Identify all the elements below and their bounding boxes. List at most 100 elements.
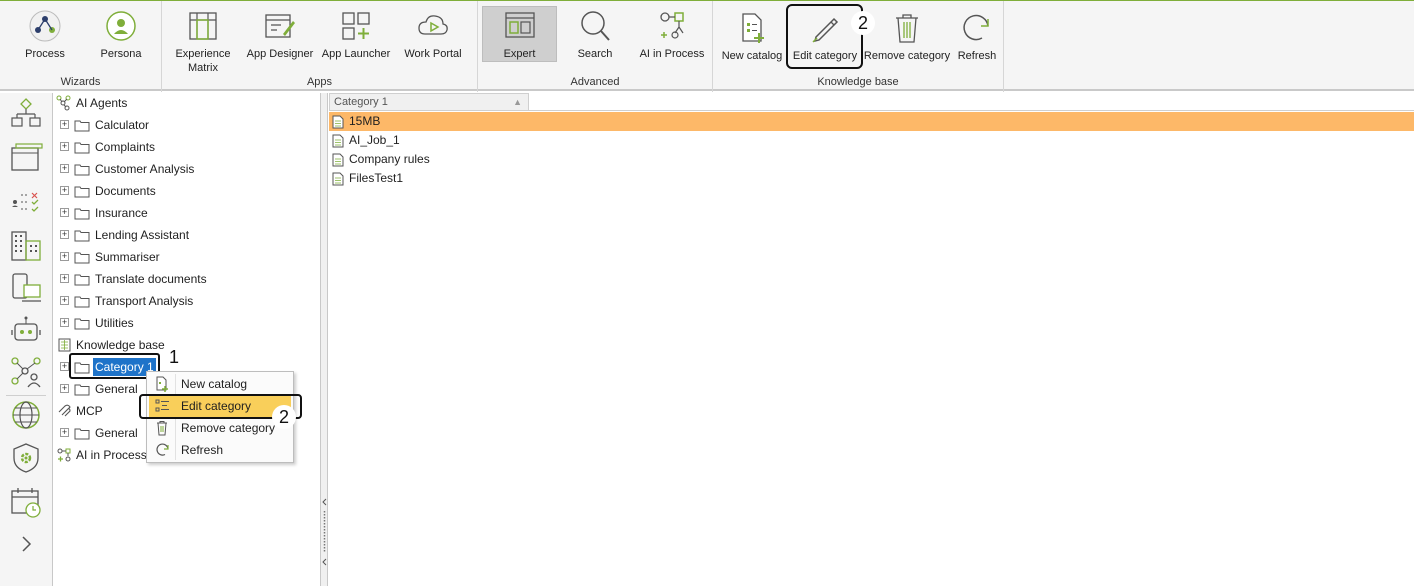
globe-icon[interactable]: [9, 398, 43, 432]
expert-icon: [504, 12, 535, 38]
column-header-category[interactable]: Category 1 ▲: [329, 93, 529, 111]
expand-icon[interactable]: +: [60, 186, 69, 195]
persona-icon: [106, 11, 136, 41]
search-label: Search: [577, 48, 613, 60]
context-menu-refresh[interactable]: Refresh: [149, 439, 291, 461]
list-item[interactable]: AI_Job_1: [329, 131, 1414, 150]
mcp-icon: [58, 404, 71, 417]
app-launcher-icon: [342, 12, 370, 40]
wizards-group-label: Wizards: [60, 76, 101, 88]
bot-icon[interactable]: [9, 313, 43, 347]
folder-icon: [74, 142, 90, 154]
tree-node-label: MCP: [76, 404, 103, 418]
refresh-icon: [963, 14, 989, 41]
app-launcher-button[interactable]: App Launcher: [320, 5, 392, 61]
ribbon-callout-number: 2: [851, 11, 875, 35]
expand-icon[interactable]: +: [60, 164, 69, 173]
search-button[interactable]: Search: [564, 5, 626, 61]
context-menu-remove-category[interactable]: Remove category: [149, 417, 291, 439]
persona-button[interactable]: Persona: [90, 5, 152, 61]
tree-node-label: Insurance: [95, 206, 148, 220]
tree-node-label: Documents: [95, 184, 156, 198]
remove-category-button[interactable]: Remove category: [863, 7, 951, 63]
expand-icon[interactable]: +: [60, 296, 69, 305]
app-designer-icon: [265, 14, 295, 38]
experience-matrix-label: Experience Matrix: [175, 48, 231, 74]
search-icon: [581, 11, 610, 41]
panel-splitter[interactable]: [321, 93, 328, 586]
network-person-icon[interactable]: [9, 355, 43, 389]
app-designer-button[interactable]: App Designer: [244, 5, 316, 61]
trash-icon: [896, 14, 918, 43]
shield-gear-icon[interactable]: [9, 441, 43, 475]
apps-group-label: Apps: [306, 76, 333, 88]
work-portal-label: Work Portal: [404, 48, 462, 60]
context-menu-label: Remove category: [181, 421, 276, 435]
expand-icon[interactable]: +: [60, 208, 69, 217]
expand-icon[interactable]: +: [60, 428, 69, 437]
expand-icon[interactable]: +: [60, 274, 69, 283]
tree-panel: AI Agents + Calculator + Complaints + Cu…: [54, 93, 321, 586]
folder-icon: [74, 252, 90, 264]
folder-icon: [74, 318, 90, 330]
context-menu-new-catalog[interactable]: New catalog: [149, 373, 291, 395]
expand-icon[interactable]: +: [60, 318, 69, 327]
process-button[interactable]: Process: [14, 5, 76, 61]
list-item-label: Company rules: [349, 152, 430, 166]
tree-node-label: Translate documents: [95, 272, 207, 286]
column-header-empty: [529, 93, 1414, 111]
expand-icon[interactable]: +: [60, 120, 69, 129]
tree-callout-number-1: 1: [168, 347, 179, 367]
rules-icon[interactable]: [9, 185, 43, 219]
expand-icon[interactable]: +: [60, 252, 69, 261]
refresh-label: Refresh: [957, 50, 997, 62]
chevron-right-icon[interactable]: [9, 527, 43, 561]
content-list-panel: Category 1 ▲ 15MB AI_Job_1 Company rules…: [329, 93, 1414, 586]
expert-button[interactable]: Expert: [482, 6, 557, 62]
list-item-label: FilesTest1: [349, 171, 404, 185]
list-item[interactable]: 15MB: [329, 112, 1414, 131]
folder-icon: [74, 164, 90, 176]
calendar-clock-icon[interactable]: [9, 485, 43, 519]
expert-label: Expert: [503, 48, 536, 60]
tree-node-label: General: [95, 426, 138, 440]
folder-icon: [74, 230, 90, 242]
ai-in-process-button[interactable]: AI in Process: [636, 5, 708, 61]
new-catalog-icon: [742, 13, 764, 43]
expand-icon[interactable]: +: [60, 362, 69, 371]
new-catalog-label: New catalog: [721, 50, 783, 62]
devices-icon[interactable]: [9, 271, 43, 305]
folder-icon: [74, 274, 90, 286]
tree-node-label: Customer Analysis: [95, 162, 195, 176]
document-icon: [332, 134, 344, 148]
expand-icon[interactable]: +: [60, 230, 69, 239]
expand-icon[interactable]: +: [60, 384, 69, 393]
experience-matrix-button[interactable]: Experience Matrix: [168, 5, 238, 75]
buildings-icon[interactable]: [9, 229, 43, 263]
folder-icon: [74, 208, 90, 220]
process-icon: [29, 10, 61, 42]
app-designer-label: App Designer: [246, 48, 314, 60]
ai-in-process-label: AI in Process: [639, 48, 705, 60]
list-item[interactable]: Company rules: [329, 150, 1414, 169]
process-label: Process: [25, 48, 65, 60]
ai-agents-icon: [56, 95, 71, 111]
expand-icon[interactable]: +: [60, 142, 69, 151]
list-item-label: 15MB: [349, 114, 381, 128]
tree-node-label: Utilities: [95, 316, 134, 330]
new-catalog-button[interactable]: New catalog: [717, 7, 787, 63]
refresh-button[interactable]: Refresh: [953, 7, 1001, 63]
diagram-icon[interactable]: [9, 97, 43, 131]
sort-up-icon: ▲: [513, 97, 522, 107]
context-menu-label: Refresh: [181, 443, 224, 457]
list-item[interactable]: FilesTest1: [329, 169, 1414, 188]
knowledge-base-icon: [58, 338, 71, 352]
remove-category-label: Remove category: [863, 50, 951, 62]
window-icon[interactable]: [9, 141, 43, 175]
ribbon-group-advanced: Expert Search AI in Process Advanced: [478, 1, 713, 92]
knowledge-base-group-label: Knowledge base: [817, 76, 899, 88]
cloud-play-icon: [418, 15, 448, 35]
work-portal-button[interactable]: Work Portal: [398, 5, 468, 61]
list-item-label: AI_Job_1: [349, 133, 400, 147]
navigation-rail: [0, 93, 53, 586]
